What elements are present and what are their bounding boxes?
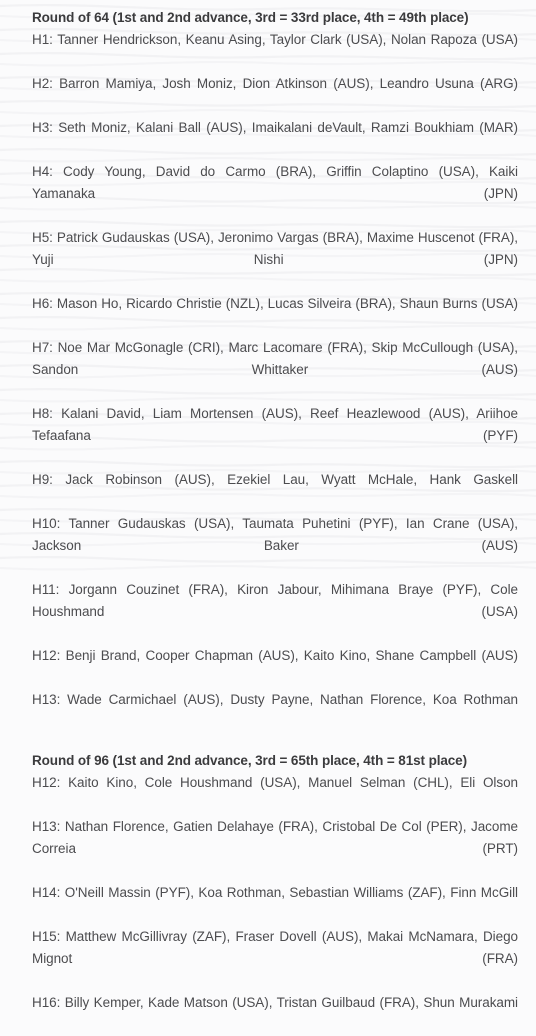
section-heading-round-of-64: Round of 64 (1st and 2nd advance, 3rd = …	[32, 10, 469, 25]
heat-line: H2: Barron Mamiya, Josh Moniz, Dion Atki…	[32, 76, 518, 91]
heat-line: H8: Kalani David, Liam Mortensen (AUS), …	[32, 406, 518, 443]
heat-line: H13: Wade Carmichael (AUS), Dusty Payne,…	[32, 692, 518, 707]
heat-line: H6: Mason Ho, Ricardo Christie (NZL), Lu…	[32, 296, 518, 311]
heat-line: H12: Benji Brand, Cooper Chapman (AUS), …	[32, 648, 518, 663]
heat-line: H7: Noe Mar McGonagle (CRI), Marc Lacoma…	[32, 340, 518, 377]
heat-line: H14: O'Neill Massin (PYF), Koa Rothman, …	[32, 885, 518, 900]
heat-line: H12: Kaito Kino, Cole Houshmand (USA), M…	[32, 775, 518, 790]
heat-line: H4: Cody Young, David do Carmo (BRA), Gr…	[32, 164, 518, 201]
heat-list-round-of-64: H1: Tanner Hendrickson, Keanu Asing, Tay…	[32, 29, 518, 733]
heat-line: H15: Matthew McGillivray (ZAF), Fraser D…	[32, 929, 518, 966]
round-of-64-section: Round of 64 (1st and 2nd advance, 3rd = …	[32, 7, 518, 733]
heat-line: H13: Nathan Florence, Gatien Delahaye (F…	[32, 819, 518, 856]
heat-line: H9: Jack Robinson (AUS), Ezekiel Lau, Wy…	[32, 472, 518, 487]
heat-line: H10: Tanner Gudauskas (USA), Taumata Puh…	[32, 516, 518, 553]
heat-list-round-of-96: H12: Kaito Kino, Cole Houshmand (USA), M…	[32, 772, 518, 1036]
heat-line: H5: Patrick Gudauskas (USA), Jeronimo Va…	[32, 230, 518, 267]
round-of-96-section: Round of 96 (1st and 2nd advance, 3rd = …	[32, 750, 518, 1036]
section-heading-round-of-96: Round of 96 (1st and 2nd advance, 3rd = …	[32, 753, 467, 768]
heat-line: H11: Jorgann Couzinet (FRA), Kiron Jabou…	[32, 582, 518, 619]
heat-line: H16: Billy Kemper, Kade Matson (USA), Tr…	[32, 995, 518, 1010]
heat-draw-document: Round of 64 (1st and 2nd advance, 3rd = …	[0, 0, 536, 1036]
heat-line: H1: Tanner Hendrickson, Keanu Asing, Tay…	[32, 32, 518, 47]
heat-line: H3: Seth Moniz, Kalani Ball (AUS), Imaik…	[32, 120, 518, 135]
